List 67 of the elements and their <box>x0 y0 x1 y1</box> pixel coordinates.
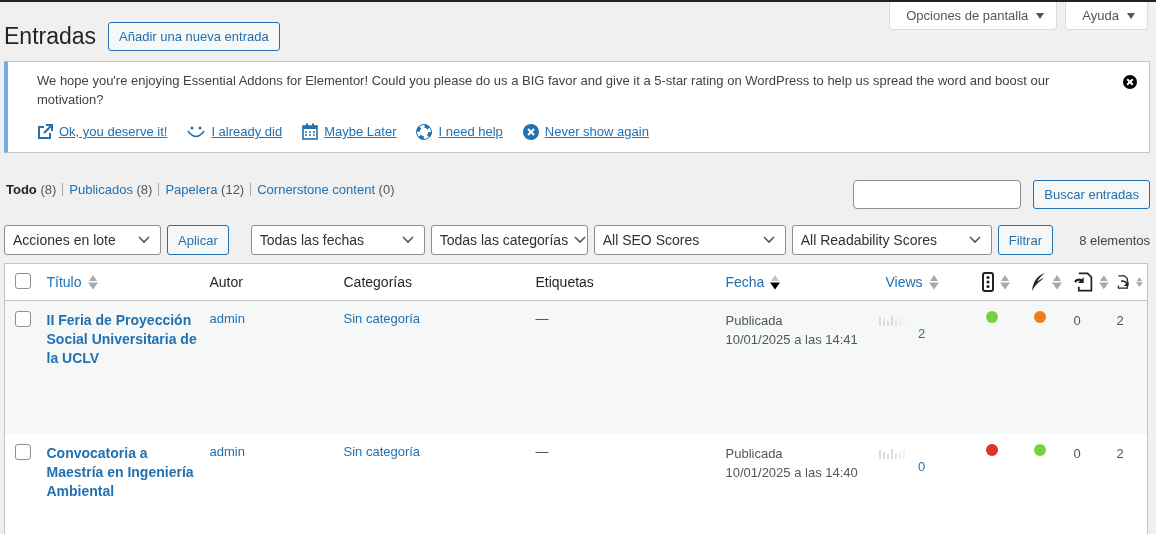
calendar-icon <box>302 123 319 140</box>
item-count: 8 elementos <box>1079 232 1150 248</box>
notice-link[interactable]: Never show again <box>544 124 649 139</box>
search-field[interactable] <box>853 180 1022 209</box>
date-text: 10/01/2025 a las 14:40 <box>725 464 859 482</box>
add-new-button[interactable]: Añadir una nueva entrada <box>108 22 280 51</box>
select-all-checkbox[interactable] <box>15 272 31 289</box>
status-text: Publicada <box>725 445 784 463</box>
column-header[interactable]: Título <box>46 274 82 290</box>
chevron-down-icon <box>574 236 587 244</box>
close-circle-icon <box>522 123 539 140</box>
row-checkbox[interactable] <box>15 311 31 327</box>
notice-message: We hope you're enjoying Essential Addons for Elementor! Could you please do us a BIG favor and give it a 5-star rating on WordPress to help us spread the word and boost our motivation? <box>37 72 1051 109</box>
chevron-down-icon <box>138 236 150 244</box>
external-link-icon <box>37 123 53 140</box>
outgoing-links-count: 0 <box>1073 446 1081 461</box>
smile-icon <box>187 125 206 138</box>
incoming-links-count: 2 <box>1116 446 1124 461</box>
post-title-link[interactable]: Convocatoria a Maestría en Ingeniería Ambiental <box>46 444 202 501</box>
filter-select[interactable]: All SEO Scores <box>593 225 786 255</box>
tags-cell: — <box>535 444 549 459</box>
screen-meta-tab[interactable]: Opciones de pantalla <box>889 2 1058 30</box>
column-header[interactable]: Fecha <box>725 274 765 290</box>
filter-select[interactable]: Todas las fechas <box>250 225 425 255</box>
status-filter-link[interactable]: Publicados (8) <box>69 182 153 197</box>
page-title: Entradas <box>4 23 97 50</box>
category-link[interactable]: Sin categoría <box>343 311 421 326</box>
outgoing-links-count: 0 <box>1073 313 1081 328</box>
author-link[interactable]: admin <box>209 444 245 459</box>
date-text: 10/01/2025 a las 14:41 <box>725 331 859 349</box>
views-sparkline-icon <box>877 447 908 459</box>
views-count-link[interactable]: 2 <box>869 326 974 341</box>
notice-link[interactable]: I already did <box>211 124 283 139</box>
feather-icon[interactable] <box>1029 272 1046 292</box>
column-header[interactable]: Views <box>885 274 923 290</box>
status-filter-link[interactable]: Papelera (12) <box>165 182 245 197</box>
row-checkbox[interactable] <box>15 444 31 460</box>
close-icon[interactable] <box>1123 75 1137 89</box>
chevron-down-icon <box>968 236 981 244</box>
search-button[interactable]: Buscar entradas <box>1033 180 1150 209</box>
traffic-light-icon[interactable] <box>981 272 994 292</box>
sort-icon[interactable] <box>770 274 781 290</box>
notice-link[interactable]: I need help <box>438 124 503 139</box>
document-arrow-icon[interactable] <box>1116 272 1131 292</box>
tags-cell: — <box>535 311 549 326</box>
column-header: Etiquetas <box>535 274 594 290</box>
incoming-links-count: 2 <box>1116 313 1124 328</box>
filter-select[interactable]: Todas las categorías <box>430 225 588 255</box>
screen-meta-tab[interactable]: Ayuda <box>1065 2 1148 30</box>
apply-button[interactable]: Aplicar <box>167 225 229 255</box>
author-link[interactable]: admin <box>209 311 245 326</box>
column-header: Autor <box>209 274 243 290</box>
chevron-down-icon <box>762 236 775 244</box>
status-filter-link[interactable]: Cornerstone content (0) <box>257 182 395 197</box>
filter-select[interactable]: All Readability Scores <box>791 225 992 255</box>
chevron-down-icon <box>401 236 414 244</box>
column-header: Categorías <box>343 274 412 290</box>
category-link[interactable]: Sin categoría <box>343 444 421 459</box>
bulk-actions-select[interactable]: Acciones en lote <box>4 225 161 255</box>
status-filter-link[interactable]: Todo (8) <box>6 182 57 197</box>
notice-link[interactable]: Ok, you deserve it! <box>59 124 168 139</box>
views-count-link[interactable]: 0 <box>869 459 974 474</box>
notice-link[interactable]: Maybe Later <box>324 124 397 139</box>
lifebuoy-icon <box>416 123 433 140</box>
document-arrow-icon[interactable] <box>1073 272 1093 292</box>
status-text: Publicada <box>725 312 784 330</box>
filter-button[interactable]: Filtrar <box>997 225 1053 255</box>
